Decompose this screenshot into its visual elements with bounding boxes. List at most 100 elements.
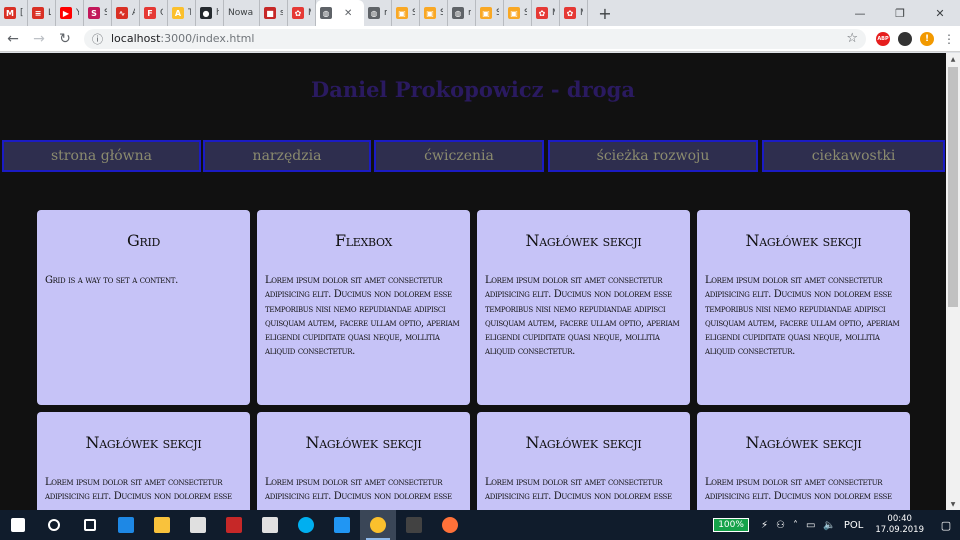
back-button[interactable]: ← xyxy=(0,26,26,52)
page-scrollbar[interactable]: ▲ ▼ xyxy=(946,53,960,510)
nav-item-sciezka-rozwoju[interactable]: ścieżka rozwoju xyxy=(548,140,758,172)
browser-toolbar: ← → ↻ ⓘ localhost:3000/index.html ☆ ABP … xyxy=(0,26,960,52)
firefox-button[interactable] xyxy=(432,510,468,540)
arrow-right-icon: → xyxy=(33,30,45,47)
card-section: Nagłówek sekcji Lorem ipsum dolor sit am… xyxy=(697,210,910,405)
mcafee-button[interactable] xyxy=(216,510,252,540)
browser-tab[interactable]: ∿ Au xyxy=(112,0,140,26)
nav-item-narzedzia[interactable]: narzędzia xyxy=(203,140,371,172)
forward-button[interactable]: → xyxy=(26,26,52,52)
maximize-button[interactable]: ❐ xyxy=(880,0,920,26)
file-explorer-button[interactable] xyxy=(144,510,180,540)
adblock-extension[interactable]: ABP xyxy=(872,28,894,50)
browser-tab[interactable]: Nowa xyxy=(224,0,260,26)
reload-button[interactable]: ↻ xyxy=(52,26,78,52)
browser-tab[interactable]: F Go xyxy=(140,0,168,26)
clock[interactable]: 00:40 17.09.2019 xyxy=(875,514,924,536)
tab-label: m xyxy=(384,8,387,18)
lines-icon: ≡ xyxy=(32,7,44,19)
terminal-button[interactable] xyxy=(396,510,432,540)
nav-item-strona-glowna[interactable]: strona główna xyxy=(2,140,201,172)
network-icon[interactable]: ▭ xyxy=(806,520,815,531)
close-window-button[interactable]: ✕ xyxy=(920,0,960,26)
browser-tab[interactable]: ▶ Yo xyxy=(56,0,84,26)
browser-tab[interactable]: S Sa xyxy=(84,0,112,26)
nav-item-cwiczenia[interactable]: ćwiczenia xyxy=(374,140,544,172)
browser-tab[interactable]: A To xyxy=(168,0,196,26)
address-bar[interactable]: ⓘ localhost:3000/index.html ☆ xyxy=(84,28,866,49)
tab-label: ho xyxy=(216,8,219,18)
card-text: Grid is a way to set a content. xyxy=(45,275,178,286)
bookmark-star-icon[interactable]: ☆ xyxy=(846,31,858,46)
chevron-up-icon[interactable]: ˄ xyxy=(793,520,798,531)
adblock-icon: ABP xyxy=(876,31,890,46)
card-text: Lorem ipsum dolor sit amet consectetur a… xyxy=(485,477,672,503)
vscode-button[interactable] xyxy=(324,510,360,540)
nav-item-ciekawostki[interactable]: ciekawostki xyxy=(762,140,945,172)
terminal-icon xyxy=(406,517,422,533)
language-indicator[interactable]: POL xyxy=(844,520,863,531)
sticky-icon: ▣ xyxy=(508,7,520,19)
close-tab-icon[interactable]: ✕ xyxy=(344,8,352,19)
browser-tab[interactable]: ≡ Le xyxy=(28,0,56,26)
browser-tab[interactable]: ✿ M· xyxy=(288,0,316,26)
browser-tab[interactable]: ● ho xyxy=(196,0,224,26)
sticky-icon: ▣ xyxy=(480,7,492,19)
tab-label: St xyxy=(524,8,527,18)
search-button[interactable] xyxy=(36,510,72,540)
card-section: Nagłówek sekcji Lorem ipsum dolor sit am… xyxy=(477,210,690,405)
tab-label: St xyxy=(440,8,443,18)
taskbar-apps xyxy=(0,510,468,540)
huawei-icon: ✿ xyxy=(564,7,576,19)
globe-icon: ◍ xyxy=(452,7,464,19)
notification-icon[interactable]: ▢ xyxy=(932,519,960,532)
scroll-up-icon[interactable]: ▲ xyxy=(946,53,960,65)
card-text: Lorem ipsum dolor sit amet consectetur a… xyxy=(485,275,680,358)
huawei-icon: ✿ xyxy=(292,7,304,19)
firefox-icon xyxy=(442,517,458,533)
windows-start-button[interactable] xyxy=(0,510,36,540)
browser-tab[interactable]: M [G xyxy=(0,0,28,26)
wave-icon: ∿ xyxy=(116,7,128,19)
tab-active[interactable]: ◍ ✕ xyxy=(316,0,364,26)
task-view-button[interactable] xyxy=(72,510,108,540)
scroll-down-icon[interactable]: ▼ xyxy=(946,498,960,510)
browser-tab[interactable]: ▣ St xyxy=(420,0,448,26)
tab-label: Yo xyxy=(76,8,79,18)
volume-icon[interactable]: 🔈 xyxy=(823,520,835,531)
skype-button[interactable] xyxy=(288,510,324,540)
browser-tab[interactable]: ■ sz xyxy=(260,0,288,26)
tabs: M[G≡Le▶YoSSa∿AuFGoATo●hoNowa■sz✿M·◍✕◍m▣S… xyxy=(0,0,588,26)
card-section: Nagłówek sekcji Lorem ipsum dolor sit am… xyxy=(477,412,690,510)
scrollbar-thumb[interactable] xyxy=(948,67,958,307)
huawei-icon: ✿ xyxy=(536,7,548,19)
mail-icon xyxy=(262,517,278,533)
chrome-button[interactable] xyxy=(360,510,396,540)
browser-tab[interactable]: ▣ St xyxy=(476,0,504,26)
profile-icon xyxy=(898,31,912,46)
update-button[interactable]: ! xyxy=(916,28,938,50)
info-icon[interactable]: ⓘ xyxy=(92,31,103,47)
sa-icon: S xyxy=(88,7,100,19)
browser-tab[interactable]: ▣ St xyxy=(504,0,532,26)
card-text: Lorem ipsum dolor sit amet consectetur a… xyxy=(265,477,452,503)
browser-tab[interactable]: ◍m xyxy=(364,0,392,26)
edge-button[interactable] xyxy=(108,510,144,540)
browser-tab[interactable]: ✿ M· xyxy=(532,0,560,26)
new-tab-button[interactable]: + xyxy=(594,0,616,26)
sticky-icon: ▣ xyxy=(424,7,436,19)
menu-button[interactable]: ⋮ xyxy=(938,28,960,50)
edge-icon xyxy=(118,517,134,533)
vscode-icon xyxy=(334,517,350,533)
battery-indicator[interactable]: 100% xyxy=(713,518,749,532)
tab-label: M· xyxy=(580,8,583,18)
mail-button[interactable] xyxy=(252,510,288,540)
browser-tab[interactable]: ◍m xyxy=(448,0,476,26)
browser-tab[interactable]: ▣ St xyxy=(392,0,420,26)
profile-extension[interactable] xyxy=(894,28,916,50)
minimize-button[interactable]: — xyxy=(840,0,880,26)
store-button[interactable] xyxy=(180,510,216,540)
kebab-menu-icon: ⋮ xyxy=(943,31,955,46)
people-icon[interactable]: ⚇ xyxy=(776,520,785,531)
browser-tab[interactable]: ✿ M· xyxy=(560,0,588,26)
